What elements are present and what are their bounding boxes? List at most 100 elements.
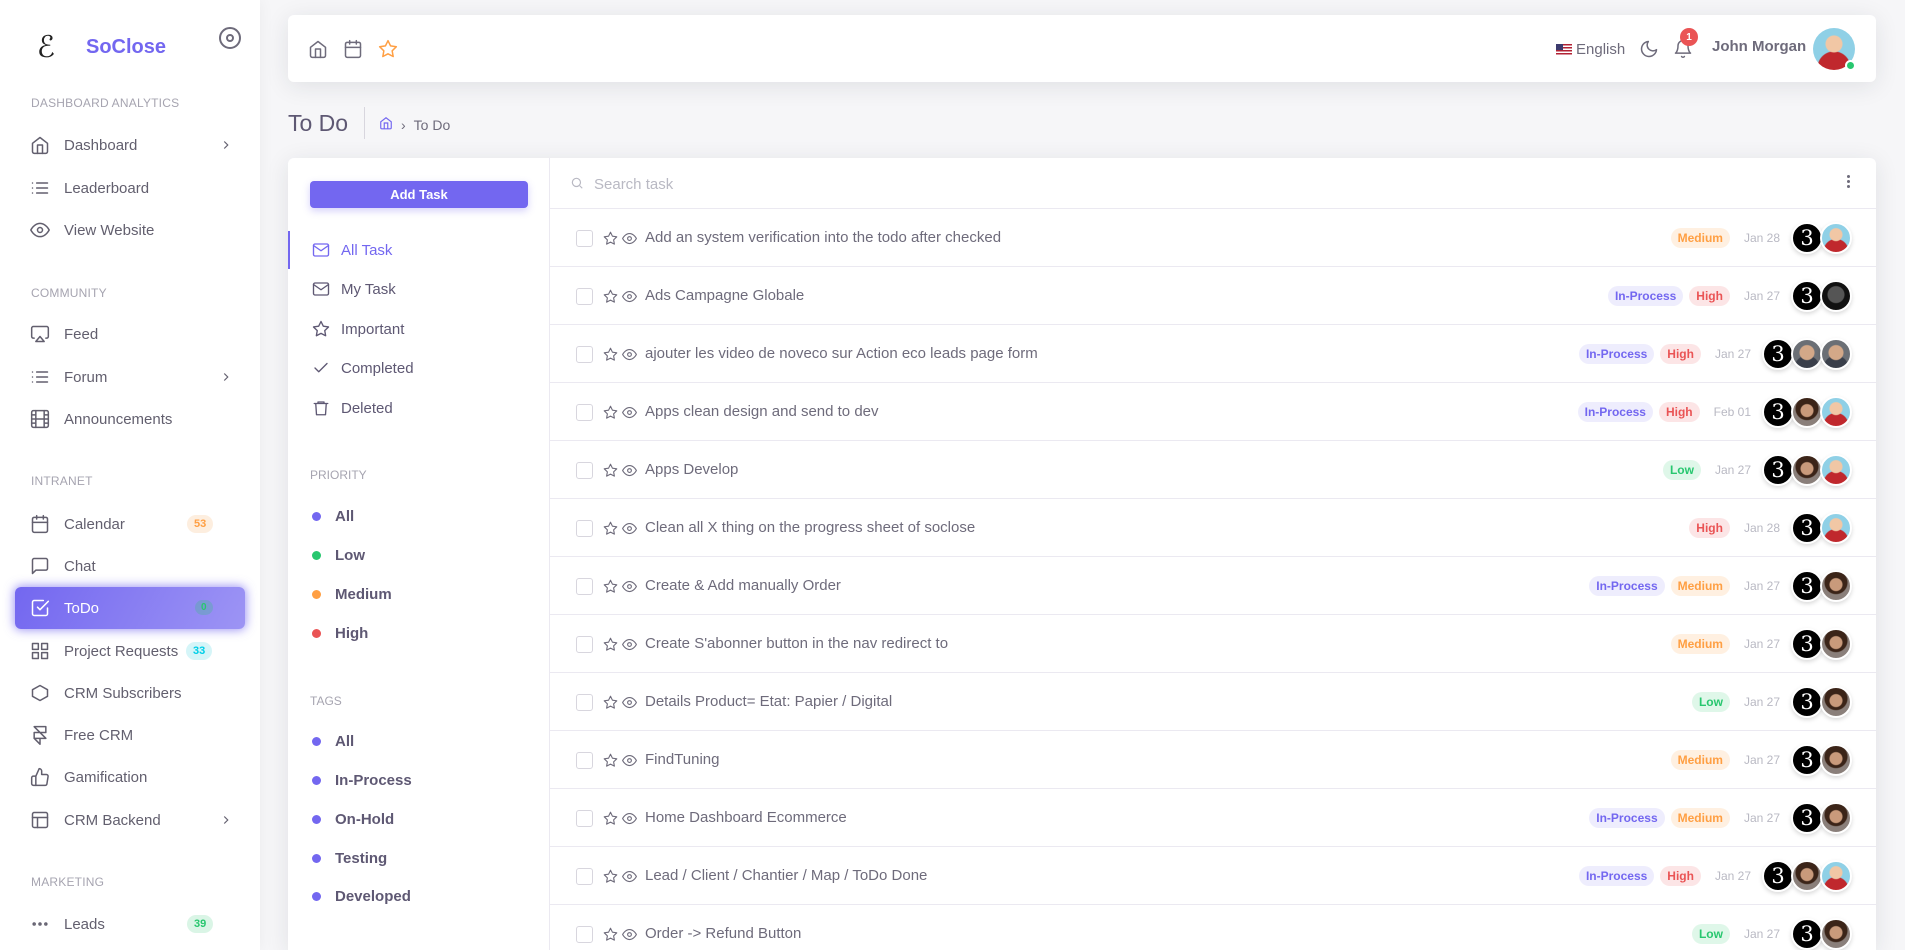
task-checkbox[interactable] (576, 462, 593, 479)
star-icon[interactable] (603, 811, 618, 831)
user-name[interactable]: John Morgan (1712, 38, 1806, 55)
sidebar-item-todo[interactable]: ToDo 0 (15, 587, 245, 629)
task-title[interactable]: Details Product= Etat: Papier / Digital (645, 693, 892, 710)
sidebar-item-dashboard[interactable]: Dashboard (15, 124, 245, 166)
task-row[interactable]: Home Dashboard Ecommerce In-Process Mediu… (550, 789, 1876, 847)
star-icon[interactable] (603, 405, 618, 425)
filter-all-task[interactable]: All Task (288, 231, 550, 269)
sidebar-item-leads[interactable]: Leads 39 (15, 903, 245, 945)
task-title[interactable]: Apps clean design and send to dev (645, 403, 879, 420)
star-icon[interactable] (603, 289, 618, 309)
priority-medium[interactable]: Medium (312, 586, 392, 603)
star-icon[interactable] (603, 637, 618, 657)
add-task-button[interactable]: Add Task (310, 181, 528, 208)
task-checkbox[interactable] (576, 404, 593, 421)
task-title[interactable]: Home Dashboard Ecommerce (645, 809, 847, 826)
sidebar-item-forum[interactable]: Forum (15, 356, 245, 398)
task-checkbox[interactable] (576, 752, 593, 769)
eye-icon[interactable] (622, 637, 637, 657)
filter-deleted[interactable]: Deleted (288, 389, 550, 427)
task-row[interactable]: Apps clean design and send to dev In-Pro… (550, 383, 1876, 441)
task-checkbox[interactable] (576, 288, 593, 305)
eye-icon[interactable] (622, 695, 637, 715)
priority-all[interactable]: All (312, 508, 354, 525)
calendar-icon[interactable] (343, 39, 363, 59)
eye-icon[interactable] (622, 753, 637, 773)
priority-low[interactable]: Low (312, 547, 365, 564)
star-icon[interactable] (603, 347, 618, 367)
star-icon[interactable] (603, 579, 618, 599)
task-checkbox[interactable] (576, 230, 593, 247)
eye-icon[interactable] (622, 579, 637, 599)
more-vertical-icon[interactable] (1847, 175, 1850, 188)
eye-icon[interactable] (622, 811, 637, 831)
task-title[interactable]: Create S'abonner button in the nav redir… (645, 635, 948, 652)
task-row[interactable]: Create & Add manually Order In-Process Me… (550, 557, 1876, 615)
task-row[interactable]: Order -> Refund Button Low Jan 27 3 (550, 905, 1876, 950)
task-checkbox[interactable] (576, 694, 593, 711)
tag-all[interactable]: All (312, 733, 354, 750)
task-checkbox[interactable] (576, 810, 593, 827)
sidebar-item-announcements[interactable]: Announcements (15, 398, 245, 440)
eye-icon[interactable] (622, 463, 637, 483)
brand[interactable]: ℰ SoClose (30, 30, 166, 65)
task-checkbox[interactable] (576, 520, 593, 537)
tag-on-hold[interactable]: On-Hold (312, 811, 394, 828)
sidebar-item-crm-backend[interactable]: CRM Backend (15, 799, 245, 841)
task-row[interactable]: Create S'abonner button in the nav redir… (550, 615, 1876, 673)
task-row[interactable]: FindTuning Medium Jan 27 3 (550, 731, 1876, 789)
star-icon[interactable] (603, 231, 618, 251)
star-icon[interactable] (603, 869, 618, 889)
sidebar-item-free-crm[interactable]: Free CRM (15, 714, 245, 756)
task-checkbox[interactable] (576, 578, 593, 595)
star-icon[interactable] (603, 927, 618, 947)
language-switcher[interactable]: English (1556, 41, 1625, 58)
task-row[interactable]: Add an system verification into the todo… (550, 209, 1876, 267)
eye-icon[interactable] (622, 405, 637, 425)
task-checkbox[interactable] (576, 346, 593, 363)
tag-testing[interactable]: Testing (312, 850, 387, 867)
filter-important[interactable]: Important (288, 310, 550, 348)
task-row[interactable]: Clean all X thing on the progress sheet … (550, 499, 1876, 557)
sidebar-item-feed[interactable]: Feed (15, 313, 245, 355)
eye-icon[interactable] (622, 289, 637, 309)
eye-icon[interactable] (622, 927, 637, 947)
task-title[interactable]: Clean all X thing on the progress sheet … (645, 519, 975, 536)
breadcrumb-home-icon[interactable] (379, 116, 393, 133)
sidebar-item-view-website[interactable]: View Website (15, 209, 245, 251)
tag-in-process[interactable]: In-Process (312, 772, 412, 789)
star-icon[interactable] (603, 463, 618, 483)
task-title[interactable]: FindTuning (645, 751, 720, 768)
sidebar-item-leaderboard[interactable]: Leaderboard (15, 167, 245, 209)
task-checkbox[interactable] (576, 636, 593, 653)
task-title[interactable]: Lead / Client / Chantier / Map / ToDo Do… (645, 867, 927, 884)
priority-high[interactable]: High (312, 625, 368, 642)
task-title[interactable]: Create & Add manually Order (645, 577, 841, 594)
eye-icon[interactable] (622, 347, 637, 367)
sidebar-toggle-icon[interactable] (219, 27, 241, 49)
task-title[interactable]: Add an system verification into the todo… (645, 229, 1001, 246)
star-icon[interactable] (603, 695, 618, 715)
task-row[interactable]: Lead / Client / Chantier / Map / ToDo Do… (550, 847, 1876, 905)
filter-completed[interactable]: Completed (288, 349, 550, 387)
task-row[interactable]: Apps Develop Low Jan 27 3 (550, 441, 1876, 499)
star-icon[interactable] (378, 39, 398, 59)
sidebar-item-crm-subscribers[interactable]: CRM Subscribers (15, 672, 245, 714)
eye-icon[interactable] (622, 521, 637, 541)
task-search-input[interactable] (594, 170, 1794, 198)
task-title[interactable]: Apps Develop (645, 461, 738, 478)
task-title[interactable]: ajouter les video de noveco sur Action e… (645, 345, 1038, 362)
task-row[interactable]: Details Product= Etat: Papier / Digital … (550, 673, 1876, 731)
sidebar-item-calendar[interactable]: Calendar 53 (15, 503, 245, 545)
task-row[interactable]: ajouter les video de noveco sur Action e… (550, 325, 1876, 383)
filter-my-task[interactable]: My Task (288, 270, 550, 308)
tag-developed[interactable]: Developed (312, 888, 411, 905)
task-checkbox[interactable] (576, 926, 593, 943)
star-icon[interactable] (603, 521, 618, 541)
sidebar-item-project-requests[interactable]: Project Requests 33 (15, 630, 245, 672)
sidebar-item-gamification[interactable]: Gamification (15, 756, 245, 798)
sidebar-item-chat[interactable]: Chat (15, 545, 245, 587)
home-icon[interactable] (308, 39, 328, 59)
task-row[interactable]: Ads Campagne Globale In-Process High Jan … (550, 267, 1876, 325)
eye-icon[interactable] (622, 869, 637, 889)
